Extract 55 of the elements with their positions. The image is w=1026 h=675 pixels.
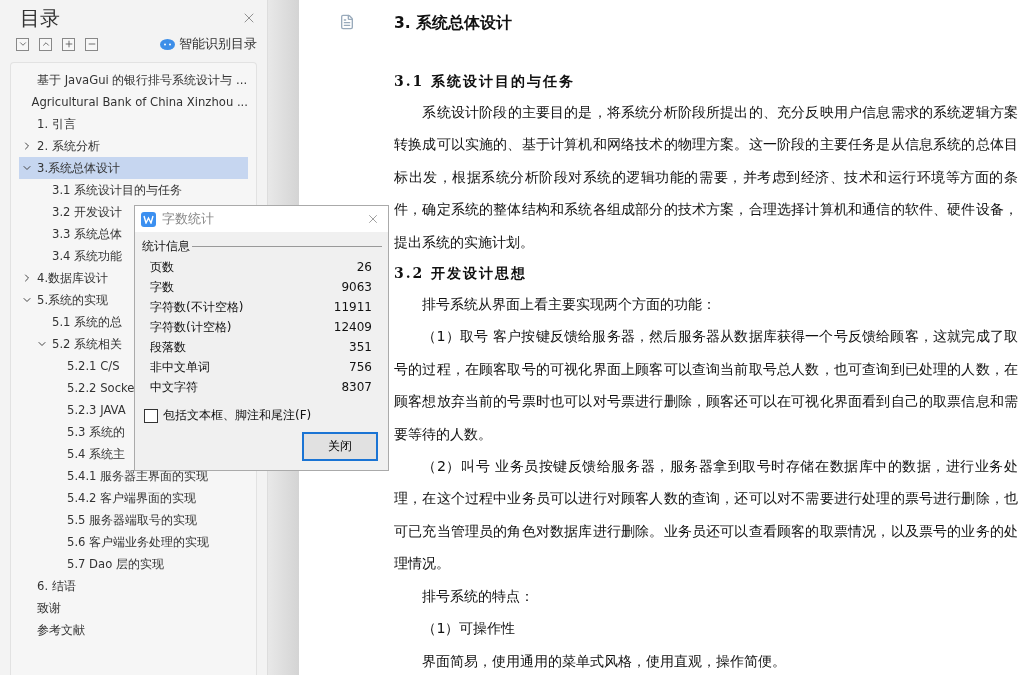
paragraph: （1）取号 客户按键反馈给服务器，然后服务器从数据库获得一个号反馈给顾客，这就完成了取号的过程，在顾客取号的可视化界面上顾客可以查询当前取号总人数，也可查询到已处理的人数，在顾客想放弃当前的号票时也可以对号票进行删除，顾客还可以在可视化界面看到自己的取票信息和需要等待的人数。 <box>394 327 1018 444</box>
paragraph: 系统设计阶段的主要目的是，将系统分析阶段所提出的、充分反映用户信息需求的系统逻辑方案转换成可以实施的、基于计算机和网络技术的物理方案。这一阶段的主要任务是从信息系统的总体目标出发，根据系统分析阶段对系统的逻辑功能的需要，并考虑到经济、技术和运行环境等方面的条件，确定系统的整体结构和系统各组成部分的技术方案，合理选择计算机和通信的软件、硬件设备，提出系统的实施计划。 <box>394 103 1018 252</box>
stat-label: 页数 <box>150 258 174 276</box>
close-button[interactable] <box>366 212 380 226</box>
outline-title: 目录 <box>20 4 60 32</box>
outline-item[interactable]: 5.6 客户端业务处理的实现 <box>19 531 248 553</box>
stat-value: 8307 <box>341 380 372 394</box>
close-dialog-button[interactable]: 关闭 <box>302 432 378 461</box>
toolbar-button[interactable] <box>85 37 98 51</box>
checkbox[interactable] <box>144 408 158 423</box>
subheading: 3.1 系统设计目的与任务 <box>394 72 577 91</box>
stat-value: 351 <box>349 340 372 354</box>
outline-item[interactable]: 3.1 系统设计目的与任务 <box>19 179 248 201</box>
dialog-title: 字数统计 <box>162 210 215 228</box>
outline-item[interactable]: 参考文献 <box>19 619 248 641</box>
stat-label: 非中文单词 <box>150 358 210 376</box>
outline-item[interactable]: 5.4.2 客户端界面的实现 <box>19 487 248 509</box>
paragraph: 界面简易，使用通用的菜单式风格，使用直观，操作简便。 <box>421 651 788 671</box>
stat-value: 756 <box>349 360 372 374</box>
outline-item[interactable]: 2. 系统分析 <box>19 135 248 157</box>
paragraph: （2）叫号 业务员按键反馈给服务器，服务器拿到取号时存储在数据库中的数据，进行业务处理，在这个过程中业务员可以进行对顾客人数的查询，还可以对不需要进行处理的票号进行删除，也可已充当管理员的角色对数据库进行删除。业务员还可以查看顾客的取票情况，以及票号的业务的处理情况。 <box>394 457 1018 574</box>
plus-icon <box>63 39 74 49</box>
stat-label: 字符数(不计空格) <box>150 298 244 316</box>
outline-item[interactable]: 5.5 服务器端取号的实现 <box>19 509 248 531</box>
toolbar-button[interactable] <box>39 37 52 51</box>
outline-item[interactable]: 5.7 Dao 层的实现 <box>19 553 248 575</box>
paragraph: 排号系统的特点： <box>421 586 536 606</box>
toolbar-button[interactable] <box>62 37 75 51</box>
app-logo-icon <box>141 211 156 227</box>
stat-label: 字符数(计空格) <box>150 318 232 336</box>
smart-outline-button[interactable]: 智能识别目录 <box>160 35 257 53</box>
group-label: 统计信息 <box>142 238 190 255</box>
subheading: 3.2 开发设计思想 <box>394 264 529 284</box>
chevron-down-icon <box>17 39 28 49</box>
stat-label: 字数 <box>150 278 174 296</box>
outline-item[interactable]: 1. 引言 <box>19 113 248 135</box>
cloud-icon <box>160 38 175 50</box>
stat-label: 中文字符 <box>150 378 198 396</box>
heading: 3. 系统总体设计 <box>394 13 514 34</box>
outline-item[interactable]: 致谢 <box>19 597 248 619</box>
toolbar-button[interactable] <box>16 37 29 51</box>
stat-label: 段落数 <box>150 338 186 356</box>
paragraph: （1）可操作性 <box>421 619 517 639</box>
outline-item[interactable]: 基于 JavaGui 的银行排号系统设计与 ... <box>19 69 248 91</box>
outline-item[interactable]: Agricultural Bank of China Xinzhou ... <box>19 91 248 113</box>
stat-value: 9063 <box>341 280 372 294</box>
checkbox-label: 包括文本框、脚注和尾注(F) <box>163 407 312 424</box>
document-icon[interactable] <box>338 14 355 30</box>
chevron-up-icon <box>40 39 51 49</box>
paragraph: 排号系统从界面上看主要实现两个方面的功能： <box>421 295 718 315</box>
stat-value: 11911 <box>333 300 372 314</box>
outline-item[interactable]: 3.系统总体设计 <box>19 157 248 179</box>
stat-value: 26 <box>356 260 372 274</box>
stat-value: 12409 <box>333 320 372 334</box>
outline-item[interactable]: 6. 结语 <box>19 575 248 597</box>
